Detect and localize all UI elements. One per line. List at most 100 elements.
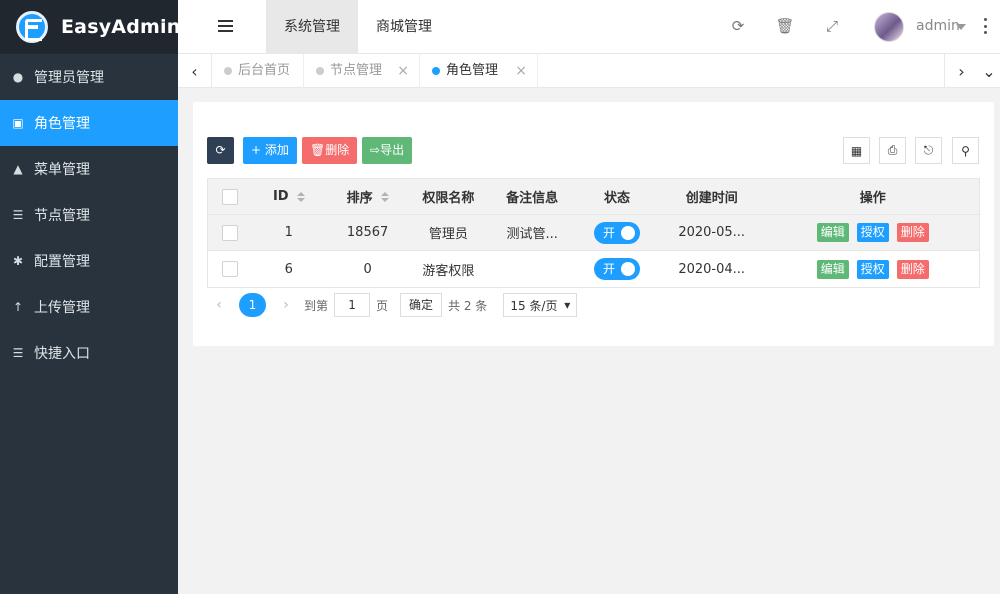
role-icon: ▣ <box>12 116 24 130</box>
row-delete-button[interactable]: 删除 <box>896 223 929 242</box>
delete-label: 删除 <box>325 143 350 157</box>
logo-icon <box>16 11 48 43</box>
menu-toggle-icon[interactable] <box>218 20 233 33</box>
sidebar-item-config[interactable]: ✱ 配置管理 <box>0 238 178 284</box>
column-label: 排序 <box>346 191 373 206</box>
chevron-left-icon[interactable]: ‹ <box>178 54 212 88</box>
cell-created: 2020-05... <box>678 225 746 240</box>
chevron-down-icon[interactable]: ⌄ <box>978 54 1000 88</box>
gear-icon: ✱ <box>12 254 24 268</box>
pagination: ‹ 1 › 到第 页 确定 共 2 条 15 条/页 ▾ <box>207 292 578 318</box>
fullscreen-icon[interactable]: ⤢ <box>822 16 842 36</box>
table-header: ID 排序 权限名称 备注信息 状态 创建时间 操作 <box>208 179 979 215</box>
sort-icon[interactable] <box>296 191 305 202</box>
sidebar-item-upload[interactable]: ↑ 上传管理 <box>0 284 178 330</box>
cell-id: 6 <box>284 261 293 277</box>
page-size-select[interactable]: 15 条/页 ▾ <box>503 293 578 317</box>
cell-created: 2020-04... <box>678 261 746 277</box>
sidebar-item-node[interactable]: ☰ 节点管理 <box>0 192 178 238</box>
chevron-down-icon[interactable] <box>956 24 966 30</box>
top-tab-system[interactable]: 系统管理 <box>266 0 358 54</box>
goto-page-input[interactable] <box>334 293 371 317</box>
delete-button[interactable]: 🗑删除 <box>302 137 358 164</box>
add-label: 添加 <box>264 143 289 157</box>
total-count: 共 2 条 <box>448 298 488 313</box>
row-checkbox[interactable] <box>221 224 238 241</box>
cell-sort[interactable]: 0 <box>326 262 410 277</box>
list-icon: ☰ <box>12 208 24 222</box>
tab-dot <box>224 67 232 75</box>
cell-sort[interactable]: 18567 <box>326 225 410 240</box>
status-toggle[interactable]: 开 <box>593 221 640 244</box>
logo[interactable]: EasyAdmin <box>0 0 181 54</box>
cell-name: 管理员 <box>428 227 468 242</box>
content-card: ⟳ + 添加 🗑删除 ⇨导出 ▦ ⎙ ⎋ ⚲ ID 排序 权限名称 备注信息 状… <box>193 102 994 346</box>
upload-arrow-icon: ↑ <box>12 300 24 314</box>
sidebar-item-role[interactable]: ▣ 角色管理 <box>0 100 178 146</box>
search-icon[interactable]: ⚲ <box>952 137 979 164</box>
sidebar-item-shortcut[interactable]: ☰ 快捷入口 <box>0 330 178 376</box>
close-icon[interactable]: × <box>397 54 409 88</box>
print-icon[interactable]: ⎙ <box>879 137 906 164</box>
table-row[interactable]: 6 0 游客权限 开 2020-04... 编辑 授权 删除 <box>208 251 979 287</box>
cell-name: 游客权限 <box>422 263 475 279</box>
status-toggle[interactable]: 开 <box>593 258 640 280</box>
table-row[interactable]: 1 18567 管理员 测试管... 开 2020-05... 编辑 授权 删除 <box>208 215 979 251</box>
sidebar-item-admin[interactable]: ● 管理员管理 <box>0 54 178 100</box>
sidebar: EasyAdmin ● 管理员管理 ▣ 角色管理 ▲ 菜单管理 ☰ 节点管理 ✱… <box>0 0 181 594</box>
close-icon[interactable]: × <box>515 54 527 88</box>
tree-icon: ▲ <box>13 162 23 176</box>
column-label: ID <box>272 189 289 204</box>
add-button[interactable]: + 添加 <box>243 137 297 164</box>
tab-label: 后台首页 <box>238 63 291 78</box>
authorize-button[interactable]: 授权 <box>856 259 889 279</box>
app-name: EasyAdmin <box>61 16 181 38</box>
list-icon: ☰ <box>12 346 24 360</box>
export-label: 导出 <box>380 143 405 157</box>
row-checkbox[interactable] <box>221 261 238 277</box>
authorize-button[interactable]: 授权 <box>856 223 889 242</box>
header: 系统管理 商城管理 ⟳ 🗑 ⤢ admin <box>178 0 1000 54</box>
user-name[interactable]: admin <box>916 18 960 34</box>
column-status: 状态 <box>603 191 630 206</box>
export-file-icon[interactable]: ⎋ <box>915 137 942 164</box>
column-id[interactable]: ID <box>252 189 326 204</box>
chevron-right-icon[interactable]: › <box>944 54 978 88</box>
column-sort[interactable]: 排序 <box>326 187 410 206</box>
refresh-button[interactable]: ⟳ <box>207 137 234 164</box>
edit-button[interactable]: 编辑 <box>816 259 849 279</box>
edit-button[interactable]: 编辑 <box>816 223 849 242</box>
export-button[interactable]: ⇨导出 <box>362 137 413 164</box>
prev-page-icon[interactable]: ‹ <box>207 297 231 313</box>
top-tab-mall[interactable]: 商城管理 <box>358 0 450 54</box>
cell-remark: 测试管... <box>506 227 558 242</box>
page-size-value: 15 条/页 <box>510 298 558 313</box>
sort-icon[interactable] <box>380 191 389 202</box>
trash-icon[interactable]: 🗑 <box>775 16 795 36</box>
avatar[interactable] <box>874 12 904 42</box>
row-delete-button[interactable]: 删除 <box>896 259 929 279</box>
cell-id: 1 <box>284 225 293 240</box>
page-tabbar: ‹ 后台首页 节点管理 × 角色管理 × › ⌄ <box>178 54 1000 88</box>
user-icon: ● <box>12 70 24 84</box>
tab-home[interactable]: 后台首页 <box>212 54 304 88</box>
column-name: 权限名称 <box>422 191 475 206</box>
sidebar-item-label: 快捷入口 <box>34 346 90 362</box>
tab-role[interactable]: 角色管理 × <box>420 54 538 88</box>
column-created: 创建时间 <box>685 191 738 206</box>
sidebar-item-label: 配置管理 <box>34 254 90 270</box>
goto-confirm-button[interactable]: 确定 <box>400 293 443 317</box>
sidebar-item-menu[interactable]: ▲ 菜单管理 <box>0 146 178 192</box>
next-page-icon[interactable]: › <box>274 297 298 313</box>
sidebar-item-label: 上传管理 <box>34 300 90 316</box>
current-page[interactable]: 1 <box>239 293 266 317</box>
refresh-icon[interactable]: ⟳ <box>728 16 748 36</box>
sidebar-item-label: 角色管理 <box>34 116 90 132</box>
more-icon[interactable] <box>984 18 988 34</box>
columns-icon[interactable]: ▦ <box>843 137 870 164</box>
select-all-checkbox[interactable] <box>221 188 238 205</box>
tab-label: 节点管理 <box>330 63 383 78</box>
tab-node[interactable]: 节点管理 × <box>304 54 420 88</box>
tab-dot <box>316 67 324 75</box>
goto-suffix: 页 <box>376 298 389 313</box>
